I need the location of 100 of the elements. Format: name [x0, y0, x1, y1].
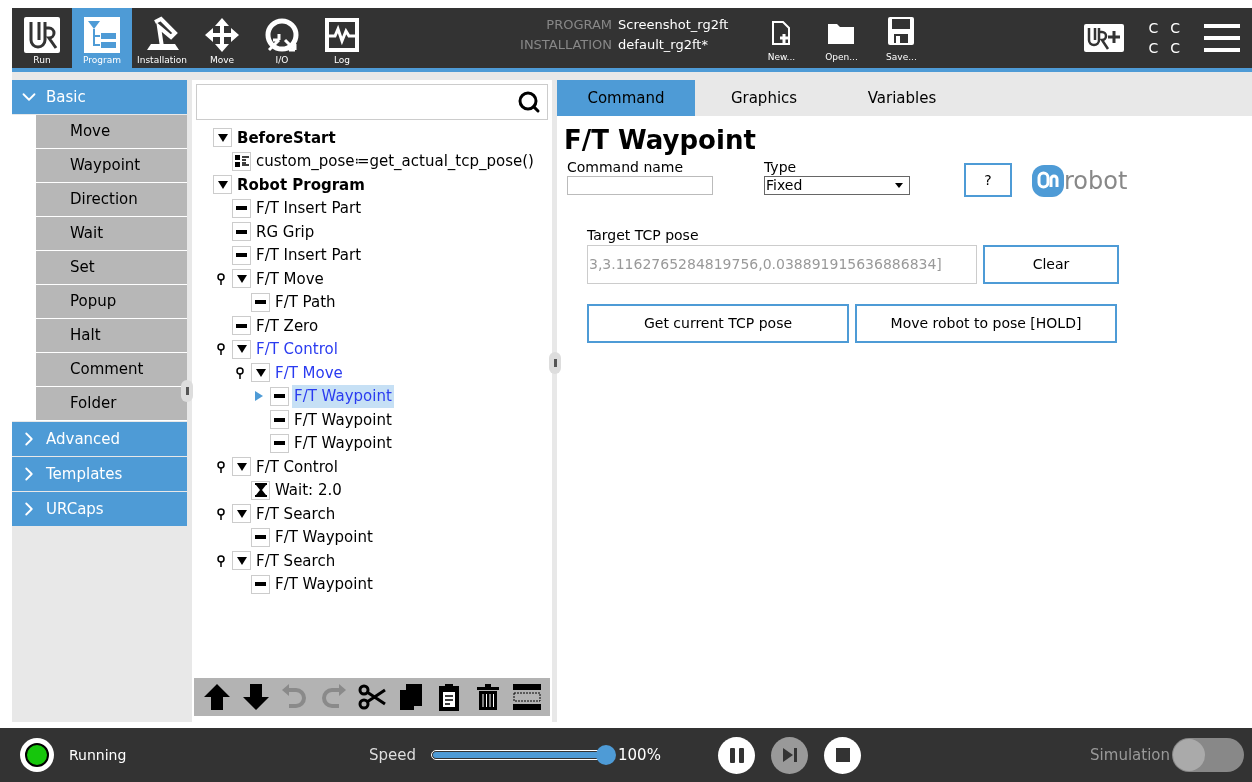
nav-tab[interactable]: Installation [132, 8, 192, 68]
tree-node-label[interactable]: Wait: 2.0 [273, 479, 344, 502]
tab[interactable]: Command [557, 80, 695, 116]
speed-label: Speed [369, 744, 417, 766]
pin-icon [217, 343, 225, 356]
command-item[interactable]: Comment [36, 353, 187, 387]
search-field[interactable] [196, 84, 548, 120]
status-indicator: C [1148, 39, 1159, 58]
move-down-icon[interactable] [241, 682, 271, 712]
tree-node-label[interactable]: F/T Waypoint [292, 432, 394, 455]
tree-node-label[interactable]: BeforeStart [235, 126, 338, 149]
expand-toggle[interactable] [232, 551, 251, 571]
nav-tab[interactable]: Run [12, 8, 72, 68]
simulation-label: Simulation [1090, 744, 1170, 766]
dropdown-caret-icon [895, 183, 903, 188]
tree-node-label[interactable]: custom_pose≔get_actual_tcp_pose() [254, 150, 536, 173]
command-name-field[interactable] [567, 176, 713, 195]
pin-icon [217, 272, 225, 285]
new-file-icon [772, 20, 791, 45]
expand-toggle[interactable] [232, 457, 251, 477]
tab[interactable]: Variables [833, 80, 971, 116]
triangle-icon [255, 367, 266, 378]
triangle-icon [236, 344, 247, 355]
command-item[interactable]: Move [36, 115, 187, 149]
nav-tab[interactable]: I/O [252, 8, 312, 68]
pin-icon [236, 366, 244, 379]
simulation-toggle[interactable] [1172, 738, 1244, 772]
action-button[interactable]: Move robot to pose [HOLD] [855, 304, 1117, 343]
ur-logo-icon [23, 15, 61, 54]
tree-node-label[interactable]: F/T Move [273, 361, 345, 384]
clear-button[interactable]: Clear [983, 245, 1119, 284]
tree-node-label[interactable]: Robot Program [235, 173, 367, 196]
command-node-icon [270, 386, 289, 406]
tree-node-label[interactable]: F/T Waypoint [273, 573, 375, 596]
step-icon [781, 747, 798, 763]
command-item[interactable]: Set [36, 251, 187, 285]
expand-toggle[interactable] [232, 269, 251, 289]
installation-name: default_rg2ft* [618, 36, 708, 54]
status-indicator: C [1170, 39, 1180, 58]
command-node-icon [232, 198, 251, 218]
tree-node-label[interactable]: F/T Search [254, 549, 338, 572]
tree-node-label[interactable]: F/T Waypoint [292, 408, 394, 431]
save-icon [888, 16, 915, 45]
triangle-icon [236, 508, 247, 519]
onrobot-logo-icon [1032, 165, 1064, 197]
command-node-icon [270, 410, 289, 430]
pin-icon [217, 554, 225, 567]
tree-node-label[interactable]: F/T Move [254, 267, 326, 290]
type-dropdown[interactable]: Fixed [764, 176, 910, 195]
target-pose-label: Target TCP pose [587, 226, 700, 245]
type-label: Type [764, 158, 798, 176]
tree-node-label[interactable]: F/T Control [254, 455, 340, 478]
speed-reading: 100% [618, 744, 662, 766]
file-button[interactable]: Save... [878, 8, 925, 68]
tree-node-label[interactable]: F/T Waypoint [273, 526, 375, 549]
help-button[interactable]: ? [964, 163, 1012, 197]
collapse-handle[interactable] [549, 352, 561, 374]
slider-thumb[interactable] [596, 745, 617, 765]
triangle-icon [236, 273, 247, 284]
command-item[interactable]: Waypoint [36, 149, 187, 183]
expand-toggle[interactable] [213, 128, 232, 148]
file-button[interactable]: New... [758, 8, 805, 68]
command-node-icon [251, 527, 270, 547]
command-item[interactable]: Direction [36, 183, 187, 217]
file-button[interactable]: Open... [818, 8, 865, 68]
suppress-icon[interactable] [511, 682, 542, 712]
tree-node-label[interactable]: F/T Search [254, 502, 338, 525]
tab[interactable]: Graphics [695, 80, 833, 116]
tree-node-label[interactable]: F/T Insert Part [254, 244, 363, 267]
command-item[interactable]: Halt [36, 319, 187, 353]
triangle-icon [236, 461, 247, 472]
tree-node-label[interactable]: RG Grip [254, 220, 317, 243]
collapse-handle[interactable] [181, 380, 193, 402]
command-name-label: Command name [566, 158, 685, 176]
tree-node-label[interactable]: F/T Control [254, 338, 340, 361]
tree-node-label[interactable]: F/T Zero [254, 314, 321, 337]
stop-button[interactable] [824, 736, 862, 774]
triangle-icon [236, 555, 247, 566]
command-item[interactable]: Popup [36, 285, 187, 319]
nav-tab[interactable]: Log [312, 8, 372, 68]
hourglass-node-icon [251, 480, 270, 500]
tree-node-label[interactable]: F/T Insert Part [254, 197, 363, 220]
tree-node-label[interactable]: F/T Path [273, 291, 338, 314]
expand-toggle[interactable] [213, 175, 232, 195]
expand-toggle[interactable] [251, 363, 270, 383]
move-up-icon[interactable] [202, 682, 233, 712]
pause-button[interactable] [718, 736, 756, 774]
command-node-icon [251, 574, 270, 594]
triangle-icon [217, 179, 228, 190]
installation-label: INSTALLATION [519, 36, 613, 54]
tree-node-label[interactable]: F/T Waypoint [292, 385, 394, 408]
command-item[interactable]: Wait [36, 217, 187, 251]
command-item[interactable]: Folder [36, 387, 187, 421]
status-text: Running [69, 745, 128, 765]
nav-tab[interactable]: Move [192, 8, 252, 68]
action-button[interactable]: Get current TCP pose [587, 304, 849, 343]
status-indicator: C [1170, 19, 1180, 38]
scissors-icon[interactable] [356, 682, 387, 712]
expand-toggle[interactable] [232, 339, 251, 359]
expand-toggle[interactable] [232, 504, 251, 524]
